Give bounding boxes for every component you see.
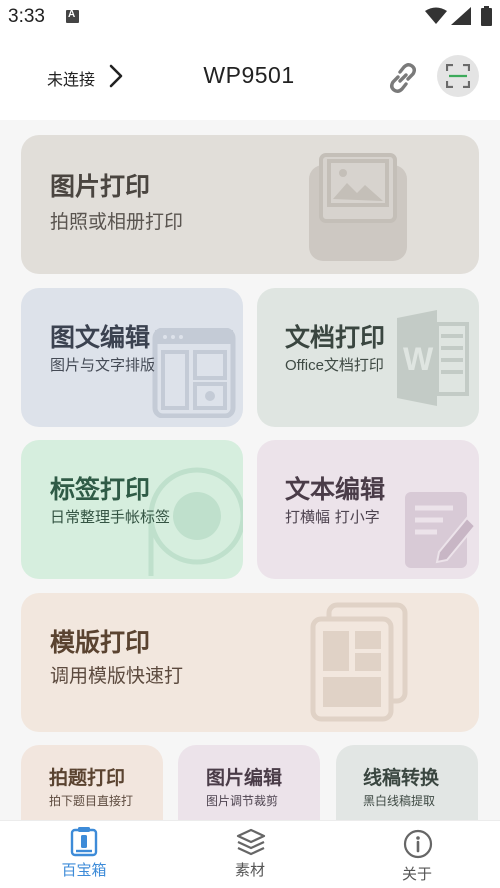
word-doc-icon: W [397,310,469,406]
image-edit-title: 图片编辑 [206,767,283,789]
question-print-subtitle: 拍下题目直接打 [49,794,134,808]
image-edit-card[interactable]: 图片编辑 图片调节裁剪 [178,745,320,820]
toolbox-grid: 图片打印 拍照或相册打印 图文编辑 图片与文字排版 W 文档打印 Office文… [0,120,500,820]
image-text-edit-title: 图文编辑 [50,323,151,352]
template-print-card[interactable]: 模版打印 调用模版快速打 [21,593,479,732]
question-print-card[interactable]: 拍题打印 拍下题目直接打 [21,745,163,820]
toolbox-icon [70,827,98,857]
text-edit-title: 文本编辑 [285,475,386,504]
label-print-title: 标签打印 [50,475,151,504]
nav-toolbox-label: 百宝箱 [61,861,107,879]
nav-about-label: 关于 [401,865,432,883]
text-edit-card[interactable]: 文本编辑 打横幅 打小字 [257,440,479,579]
line-convert-title: 线稿转换 [363,767,440,789]
top-header: 未连接 WP9501 [0,34,500,120]
nav-material-label: 素材 [234,861,265,879]
notification-icon [66,9,79,23]
signal-icon [451,7,471,25]
info-icon [403,829,433,859]
doc-print-subtitle: Office文档打印 [285,357,384,374]
scan-button[interactable] [437,55,479,97]
doc-print-title: 文档打印 [285,323,386,352]
template-print-subtitle: 调用模版快速打 [50,665,184,687]
doc-print-card[interactable]: W 文档打印 Office文档打印 [257,288,479,427]
status-time: 3:33 [8,6,45,27]
photo-print-title: 图片打印 [50,172,151,201]
status-bar: 3:33 [0,0,500,34]
device-title: WP9501 [0,62,500,89]
template-icon [310,602,408,722]
wifi-icon [425,7,447,24]
label-print-subtitle: 日常整理手帐标签 [50,508,171,526]
photo-print-subtitle: 拍照或相册打印 [50,211,184,233]
link-icon[interactable] [385,60,421,96]
device-name: WP9501 [203,62,295,88]
label-print-card[interactable]: 标签打印 日常整理手帐标签 [21,440,243,579]
svg-text:W: W [403,341,434,377]
photo-print-icon [309,153,407,261]
image-edit-subtitle: 图片调节裁剪 [206,794,279,808]
scan-icon [446,64,470,88]
text-edit-subtitle: 打横幅 打小字 [285,508,380,526]
line-convert-subtitle: 黑白线稿提取 [363,794,436,808]
battery-icon [481,6,492,26]
layers-icon [236,828,266,856]
question-print-title: 拍题打印 [49,767,126,789]
photo-print-card[interactable]: 图片打印 拍照或相册打印 [21,135,479,274]
nav-toolbox[interactable]: 百宝箱 [24,821,144,888]
layout-icon [152,328,236,418]
template-print-title: 模版打印 [50,628,151,657]
image-text-edit-card[interactable]: 图文编辑 图片与文字排版 [21,288,243,427]
image-text-edit-subtitle: 图片与文字排版 [50,356,156,374]
nav-material[interactable]: 素材 [190,821,310,888]
nav-about[interactable]: 关于 [357,821,477,888]
bottom-navigation: 百宝箱 素材 关于 [0,820,500,888]
edit-note-icon [405,492,477,568]
line-convert-card[interactable]: 线稿转换 黑白线稿提取 [336,745,478,820]
